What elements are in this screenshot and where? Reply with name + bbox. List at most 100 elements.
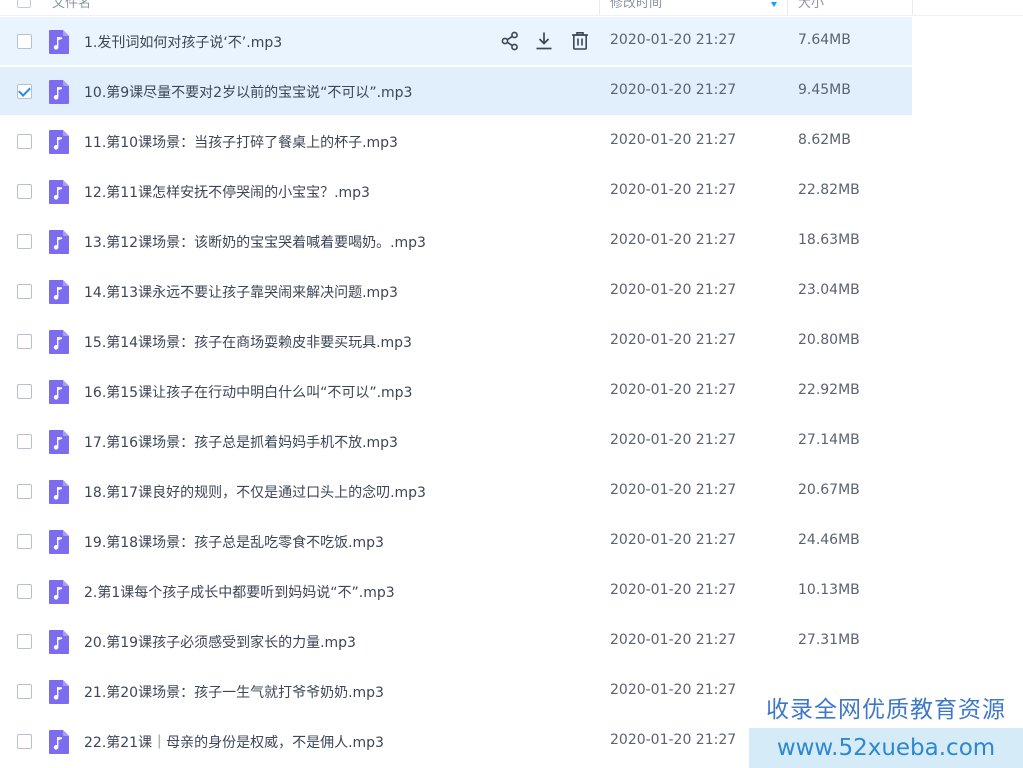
file-row[interactable]: 20.第19课孩子必须感受到家长的力量.mp3 2020-01-20 21:27 2… <box>0 617 912 665</box>
audio-file-icon <box>47 179 71 205</box>
file-row[interactable]: 15.第14课场景：孩子在商场耍赖皮非要买玩具.mp3 2020-01-20 21… <box>0 317 912 365</box>
file-row[interactable]: 17.第16课场景：孩子总是抓着妈妈手机不放.mp3 2020-01-20 21:… <box>0 417 912 465</box>
file-name[interactable]: 18.第17课良好的规则，不仅是通过口头上的念叨.mp3 <box>84 482 426 502</box>
file-name[interactable]: 1.发刊词如何对孩子说‘不’.mp3 <box>84 32 282 52</box>
watermark-slogan: 收录全网优质教育资源 <box>749 692 1023 728</box>
file-row[interactable]: 2.第1课每个孩子成长中都要听到妈妈说“不”.mp3 2020-01-20 21:… <box>0 567 912 615</box>
file-checkbox[interactable] <box>17 334 32 349</box>
file-checkbox[interactable] <box>17 434 32 449</box>
file-size: 24.46MB <box>798 532 860 548</box>
audio-file-icon <box>47 229 71 255</box>
file-name[interactable]: 15.第14课场景：孩子在商场耍赖皮非要买玩具.mp3 <box>84 332 412 352</box>
file-size: 23.04MB <box>798 282 860 298</box>
file-name[interactable]: 17.第16课场景：孩子总是抓着妈妈手机不放.mp3 <box>84 432 398 452</box>
audio-file-icon <box>47 529 71 555</box>
audio-file-icon <box>47 379 71 405</box>
file-checkbox[interactable] <box>17 284 32 299</box>
trash-icon[interactable] <box>568 29 592 53</box>
file-modified-time: 2020-01-20 21:27 <box>610 582 737 598</box>
watermark: 收录全网优质教育资源 www.52xueba.com <box>749 692 1023 768</box>
audio-file-icon <box>47 729 71 755</box>
file-modified-time: 2020-01-20 21:27 <box>610 332 737 348</box>
file-row[interactable]: 10.第9课尽量不要对2岁以前的宝宝说“不可以”.mp3 2020-01-20 2… <box>0 67 912 115</box>
select-all-checkbox[interactable] <box>17 0 31 8</box>
audio-file-icon <box>47 279 71 305</box>
watermark-url: www.52xueba.com <box>749 728 1023 768</box>
file-size: 9.45MB <box>798 82 851 98</box>
sort-desc-icon[interactable] <box>771 2 777 7</box>
audio-file-icon <box>47 479 71 505</box>
file-row[interactable]: 1.发刊词如何对孩子说‘不’.mp3 2020-01-20 21:27 7.64MB <box>0 17 912 65</box>
column-divider <box>912 0 913 16</box>
file-list-window: 文件名 修改时间 大小 1.发刊词如何对孩子说‘不’.mp3 2020-01-20… <box>0 0 1023 768</box>
file-row[interactable]: 14.第13课永远不要让孩子靠哭闹来解决问题.mp3 2020-01-20 21:… <box>0 267 912 315</box>
audio-file-icon <box>47 629 71 655</box>
file-modified-time: 2020-01-20 21:27 <box>610 132 737 148</box>
file-checkbox[interactable] <box>17 484 32 499</box>
file-name[interactable]: 12.第11课怎样安抚不停哭闹的小宝宝？.mp3 <box>84 182 370 202</box>
file-list: 1.发刊词如何对孩子说‘不’.mp3 2020-01-20 21:27 7.64MB… <box>0 17 912 767</box>
file-size: 7.64MB <box>798 32 851 48</box>
file-size: 22.92MB <box>798 382 860 398</box>
file-checkbox[interactable] <box>17 734 32 749</box>
file-checkbox[interactable] <box>17 584 32 599</box>
file-size: 27.31MB <box>798 632 860 648</box>
file-name[interactable]: 16.第15课让孩子在行动中明白什么叫“不可以”.mp3 <box>84 382 412 402</box>
file-checkbox[interactable] <box>17 634 32 649</box>
file-row[interactable]: 13.第12课场景：该断奶的宝宝哭着喊着要喝奶。.mp3 2020-01-20 2… <box>0 217 912 265</box>
checkmark-icon <box>18 84 31 97</box>
file-name[interactable]: 19.第18课场景：孩子总是乱吃零食不吃饭.mp3 <box>84 532 384 552</box>
file-name[interactable]: 13.第12课场景：该断奶的宝宝哭着喊着要喝奶。.mp3 <box>84 232 426 252</box>
audio-file-icon <box>47 129 71 155</box>
audio-file-icon <box>47 679 71 705</box>
column-header-name[interactable]: 文件名 <box>52 0 91 11</box>
file-name[interactable]: 10.第9课尽量不要对2岁以前的宝宝说“不可以”.mp3 <box>84 82 412 102</box>
file-name[interactable]: 21.第20课场景：孩子一生气就打爷爷奶奶.mp3 <box>84 682 384 702</box>
file-checkbox[interactable] <box>17 184 32 199</box>
file-row[interactable]: 16.第15课让孩子在行动中明白什么叫“不可以”.mp3 2020-01-20 2… <box>0 367 912 415</box>
audio-file-icon <box>47 29 71 55</box>
file-row[interactable]: 11.第10课场景：当孩子打碎了餐桌上的杯子.mp3 2020-01-20 21:… <box>0 117 912 165</box>
file-size: 10.13MB <box>798 582 860 598</box>
file-size: 20.80MB <box>798 332 860 348</box>
file-size: 22.82MB <box>798 182 860 198</box>
file-checkbox[interactable] <box>17 684 32 699</box>
header-divider <box>0 15 1023 16</box>
file-checkbox[interactable] <box>17 384 32 399</box>
file-name[interactable]: 11.第10课场景：当孩子打碎了餐桌上的杯子.mp3 <box>84 132 398 152</box>
file-checkbox[interactable] <box>17 134 32 149</box>
file-row[interactable]: 12.第11课怎样安抚不停哭闹的小宝宝？.mp3 2020-01-20 21:27… <box>0 167 912 215</box>
file-modified-time: 2020-01-20 21:27 <box>610 482 737 498</box>
file-modified-time: 2020-01-20 21:27 <box>610 382 737 398</box>
file-modified-time: 2020-01-20 21:27 <box>610 282 737 298</box>
file-list-header: 文件名 修改时间 大小 <box>0 0 913 16</box>
file-modified-time: 2020-01-20 21:27 <box>610 32 737 48</box>
file-checkbox[interactable] <box>17 34 32 49</box>
file-name[interactable]: 20.第19课孩子必须感受到家长的力量.mp3 <box>84 632 356 652</box>
file-size: 27.14MB <box>798 432 860 448</box>
column-divider <box>599 0 600 16</box>
column-divider <box>787 0 788 16</box>
column-header-modified-time[interactable]: 修改时间 <box>610 0 662 11</box>
file-row[interactable]: 18.第17课良好的规则，不仅是通过口头上的念叨.mp3 2020-01-20 2… <box>0 467 912 515</box>
file-size: 20.67MB <box>798 482 860 498</box>
audio-file-icon <box>47 79 71 105</box>
download-icon[interactable] <box>532 29 556 53</box>
file-size: 8.62MB <box>798 132 851 148</box>
share-icon[interactable] <box>498 29 522 53</box>
file-row[interactable]: 19.第18课场景：孩子总是乱吃零食不吃饭.mp3 2020-01-20 21:2… <box>0 517 912 565</box>
column-header-size[interactable]: 大小 <box>798 0 824 11</box>
file-modified-time: 2020-01-20 21:27 <box>610 632 737 648</box>
file-modified-time: 2020-01-20 21:27 <box>610 232 737 248</box>
file-checkbox[interactable] <box>17 234 32 249</box>
file-name[interactable]: 2.第1课每个孩子成长中都要听到妈妈说“不”.mp3 <box>84 582 395 602</box>
audio-file-icon <box>47 429 71 455</box>
file-checkbox[interactable] <box>17 534 32 549</box>
file-modified-time: 2020-01-20 21:27 <box>610 82 737 98</box>
file-modified-time: 2020-01-20 21:27 <box>610 682 737 698</box>
file-modified-time: 2020-01-20 21:27 <box>610 432 737 448</box>
file-size: 18.63MB <box>798 232 860 248</box>
file-name[interactable]: 14.第13课永远不要让孩子靠哭闹来解决问题.mp3 <box>84 282 398 302</box>
file-name[interactable]: 22.第21课｜母亲的身份是权威，不是佣人.mp3 <box>84 732 384 752</box>
file-checkbox-checked[interactable] <box>17 84 32 99</box>
